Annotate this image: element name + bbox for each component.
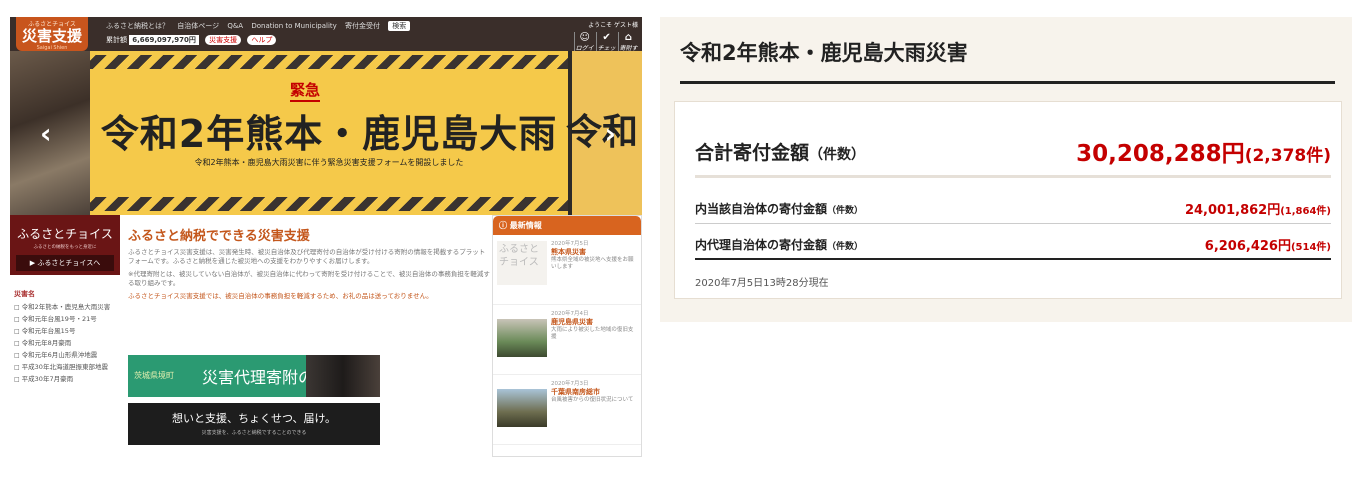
total-amount-text: 30,208,288円: [1076, 141, 1245, 167]
total-donation-value: 30,208,288円(2,378件): [1076, 134, 1331, 168]
news-date: 2020年7月5日: [551, 241, 589, 247]
news-date: 2020年7月3日: [551, 381, 589, 387]
row-label-text: 内代理自治体の寄付金額: [695, 238, 828, 252]
count-label: （件数）: [809, 147, 866, 163]
main-intro-text: ふるさとチョイス災害支援は、災害発生時、被災自治体及び代理寄付の自治体が受け付け…: [128, 248, 486, 265]
row-amount-text: 24,001,862円: [1184, 203, 1281, 218]
news-item[interactable]: 2020年7月4日 鹿児島県災害 大雨により被災した地域の復旧支援: [493, 305, 641, 375]
total-bar: 累計額 6,669,097,970円 災害支援 ヘルプ: [106, 35, 277, 45]
hero-headline: 令和2年熊本・鹿児島大雨: [100, 112, 558, 156]
top-link[interactable]: Q&A: [227, 22, 243, 30]
news-panel: ⓘ 最新情報 ふるさとチョイス 2020年7月5日 熊本県災害 熊本県全域の被災…: [492, 215, 642, 457]
help-pill[interactable]: ヘルプ: [247, 35, 277, 45]
ad-title: 想いと支援、ちょくせつ、届け。: [171, 412, 336, 425]
count-label: （件数）: [827, 242, 864, 252]
urgent-label: 緊急: [290, 79, 321, 102]
row-count-text: (1,864件): [1280, 206, 1331, 217]
top-links: ふるさと納税とは？ 自治体ページ Q&A Donation to Municip…: [106, 21, 416, 31]
hazard-stripes: [90, 55, 568, 69]
total-donation-row: 合計寄付金額（件数） 30,208,288円(2,378件): [695, 138, 1331, 178]
hero-banner[interactable]: 緊急 令和2年熊本・鹿児島大雨 令和2年熊本・鹿児島大雨災害に伴う緊急災害支援フ…: [90, 51, 568, 215]
local-donation-row: 内当該自治体の寄付金額（件数） 24,001,862円(1,864件): [695, 196, 1331, 224]
check-icon: ✔: [602, 32, 611, 43]
row-label-text: 内当該自治体の寄付金額: [695, 202, 828, 216]
news-title[interactable]: 熊本県災害: [551, 247, 637, 257]
top-link[interactable]: ふるさと納税とは？: [106, 22, 169, 30]
news-thumbnail: ふるさとチョイス: [497, 241, 547, 285]
main-content: ふるさと納税でできる災害支援 ふるさとチョイス災害支援は、災害発生時、被災自治体…: [128, 215, 490, 457]
brand-title: ふるさとチョイス: [17, 227, 113, 241]
disaster-support-pill[interactable]: 災害支援: [205, 35, 242, 45]
hero-carousel: 緊急 令和2年熊本・鹿児島大雨 令和2年熊本・鹿児島大雨災害に伴う緊急災害支援フ…: [10, 51, 642, 215]
news-header: ⓘ 最新情報: [493, 216, 641, 235]
category-item[interactable]: 令和2年熊本・鹿児島大雨災害: [14, 303, 120, 312]
ad-subtitle: 災害支援を、ふるさと納税ですることのできる: [201, 430, 307, 436]
total-donation-label: 合計寄付金額（件数）: [695, 138, 865, 165]
home-icon: ⌂: [624, 32, 633, 43]
category-item[interactable]: 令和元年台風19号・21号: [14, 315, 120, 324]
top-link[interactable]: Donation to Municipality: [251, 22, 336, 30]
total-label-text: 合計寄付金額: [695, 142, 810, 164]
as-of-timestamp: 2020年7月5日13時28分現在: [695, 278, 829, 289]
total-amount: 6,669,097,970円: [129, 35, 199, 45]
category-item[interactable]: 平成30年北海道胆振東部地震: [14, 363, 120, 372]
ad-photo: [306, 355, 380, 397]
local-donation-value: 24,001,862円(1,864件): [1185, 199, 1331, 218]
website-screenshot: ふるさとチョイス 災害支援 Saigai Shien ふるさと納税とは？ 自治体…: [10, 17, 642, 457]
proxy-donation-value: 6,206,426円(514件): [1205, 235, 1331, 254]
ad-town-name: 茨城県境町: [134, 371, 174, 380]
news-date: 2020年7月4日: [551, 311, 589, 317]
row-amount-text: 6,206,426円: [1204, 239, 1291, 254]
proxy-donation-row: 内代理自治体の寄付金額（件数） 6,206,426円(514件): [695, 232, 1331, 260]
top-bar: ふるさとチョイス 災害支援 Saigai Shien ふるさと納税とは？ 自治体…: [10, 17, 642, 61]
search-input[interactable]: 検索: [388, 21, 411, 31]
category-title: 災害名: [14, 290, 35, 298]
sidebar: ふるさとチョイス ふるさとの納税をもっと身近に ▶ ふるさとチョイスへ 災害名 …: [10, 215, 120, 457]
news-title[interactable]: 千葉県南房総市: [551, 387, 637, 397]
donation-summary-card: 令和2年熊本・鹿児島大雨災害 合計寄付金額（件数） 30,208,288円(2,…: [660, 17, 1352, 322]
category-item[interactable]: 令和元年6月山形県沖地震: [14, 351, 120, 360]
hazard-stripes: [90, 197, 568, 211]
top-link[interactable]: 寄付金受付: [345, 22, 380, 30]
carousel-prev-icon[interactable]: ‹: [40, 117, 52, 150]
logo-title: 災害支援: [21, 27, 82, 45]
count-label: （件数）: [827, 206, 864, 216]
category-item[interactable]: 令和元年台風15号: [14, 327, 120, 336]
news-body: 熊本県全域の被災地へ支援をお願いします: [551, 257, 634, 270]
total-count-text: (2,378件): [1244, 146, 1331, 166]
user-icon: ☺: [579, 32, 590, 43]
main-title: ふるさと納税でできる災害支援: [128, 229, 310, 244]
title-divider: [680, 81, 1335, 84]
welcome-text: ようこそ ゲスト様: [588, 22, 638, 29]
brand-button[interactable]: ▶ ふるさとチョイスへ: [16, 255, 114, 271]
category-item[interactable]: 令和元年8月豪雨: [14, 339, 120, 348]
main-note-text: ※代理寄附とは、被災していない自治体が、被災自治体に代わって寄附を受け付けること…: [128, 270, 490, 287]
main-notice-text: ふるさとチョイス災害支援では、被災自治体の事務負担を軽減するため、お礼の品は送っ…: [128, 292, 433, 300]
category-item[interactable]: 平成30年7月豪雨: [14, 375, 120, 384]
news-thumbnail: [497, 319, 547, 357]
ad-banner-sakai[interactable]: 茨城県境町 災害代理寄附のはじまり: [128, 355, 380, 397]
next-slide-text: 令和: [566, 112, 639, 153]
ad-banner-support[interactable]: 想いと支援、ちょくせつ、届け。 災害支援を、ふるさと納税ですることのできる: [128, 403, 380, 445]
card-title: 令和2年熊本・鹿児島大雨災害: [680, 41, 968, 65]
total-label: 累計額: [106, 36, 127, 44]
carousel-next-icon[interactable]: ›: [604, 117, 616, 150]
news-item[interactable]: ふるさとチョイス 2020年7月5日 熊本県災害 熊本県全域の被災地へ支援をお願…: [493, 235, 641, 305]
brand-box: ふるさとチョイス ふるさとの納税をもっと身近に ▶ ふるさとチョイスへ: [10, 215, 120, 275]
news-thumbnail: [497, 389, 547, 427]
site-logo[interactable]: ふるさとチョイス 災害支援 Saigai Shien: [16, 17, 88, 51]
hero-subline: 令和2年熊本・鹿児島大雨災害に伴う緊急災害支援フォームを開設しました: [194, 158, 464, 167]
news-body: 大雨により被災した地域の復旧支援: [551, 327, 634, 340]
proxy-donation-label: 内代理自治体の寄付金額（件数）: [695, 236, 863, 253]
row-count-text: (514件): [1290, 242, 1331, 253]
brand-desc: ふるさとの納税をもっと身近に: [33, 245, 97, 250]
news-item[interactable]: 2020年7月3日 千葉県南房総市 台風被害からの復旧状況について: [493, 375, 641, 445]
top-link[interactable]: 自治体ページ: [177, 22, 219, 30]
news-body: 台風被害からの復旧状況について: [551, 397, 634, 403]
news-title[interactable]: 鹿児島県災害: [551, 317, 637, 327]
donation-panel: 合計寄付金額（件数） 30,208,288円(2,378件) 内当該自治体の寄付…: [674, 101, 1342, 299]
local-donation-label: 内当該自治体の寄付金額（件数）: [695, 200, 863, 217]
